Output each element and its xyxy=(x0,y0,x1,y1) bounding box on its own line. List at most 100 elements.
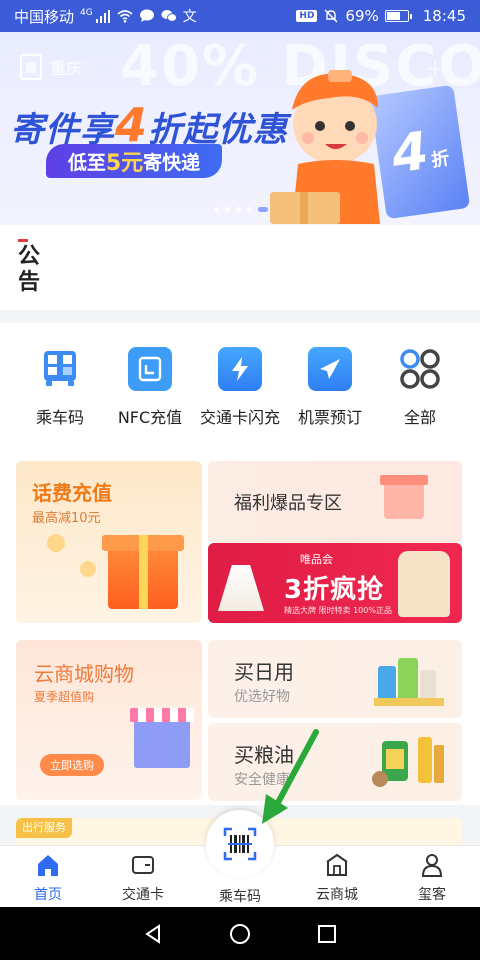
notice-label-line1: 公 xyxy=(18,244,41,269)
card-subtitle: 夏季超值购 xyxy=(34,690,95,704)
skirt-illustration xyxy=(218,565,264,611)
battery-percent: 69% xyxy=(345,7,379,25)
carousel-dot xyxy=(258,207,268,212)
quick-item-flights[interactable]: 机票预订 xyxy=(284,347,376,428)
promo-cards: 话费充值 最高减10元 福利爆品专区 唯品会 3折疯抢 精选大牌 限时特卖 10… xyxy=(0,443,480,805)
wifi-icon xyxy=(117,10,133,23)
banner-subline: 低至 5元 寄快递 xyxy=(46,144,222,178)
shop-illustration xyxy=(130,708,194,768)
tab-label: 云商城 xyxy=(316,887,358,903)
card-title: 话费充值 xyxy=(32,481,112,505)
courier-illustration xyxy=(270,70,380,224)
tab-label: 玺客 xyxy=(418,887,446,903)
card-grain-oil[interactable]: 买粮油 安全健康 xyxy=(208,723,462,801)
nfc-card-icon xyxy=(128,347,172,391)
tab-home[interactable]: 首页 xyxy=(8,852,88,904)
card-daily-goods[interactable]: 买日用 优选好物 xyxy=(208,640,462,718)
back-icon[interactable] xyxy=(142,923,164,945)
quick-item-label: NFC充值 xyxy=(117,408,183,427)
card-cloud-mall[interactable]: 云商城购物 夏季超值购 立即选购 xyxy=(16,640,202,800)
quick-item-bus-code[interactable]: 乘车码 xyxy=(14,347,106,428)
carousel-indicator xyxy=(214,207,268,212)
tab-label: 交通卡 xyxy=(122,887,164,903)
airplane-icon xyxy=(308,347,352,391)
clock: 18:45 xyxy=(422,7,466,25)
quick-item-all[interactable]: 全部 xyxy=(374,347,466,428)
card-phone-topup[interactable]: 话费充值 最高减10元 xyxy=(16,461,202,623)
mute-bell-icon xyxy=(324,9,338,23)
quick-item-label: 交通卡闪充 xyxy=(199,408,280,427)
carousel-dot xyxy=(225,207,230,212)
quick-item-label: 机票预订 xyxy=(297,408,362,427)
lightning-icon xyxy=(218,347,262,391)
card-title: 云商城购物 xyxy=(34,662,134,686)
card-title: 买日用 xyxy=(234,660,294,684)
tab-transit-card[interactable]: 交通卡 xyxy=(103,852,183,904)
network-type: 4G xyxy=(80,8,93,18)
pill-number: 5元 xyxy=(105,151,144,176)
notice-label: 公 告 xyxy=(18,239,44,296)
quick-item-label: 全部 xyxy=(403,408,436,427)
system-nav-bar xyxy=(0,907,480,960)
grid-circles-icon xyxy=(398,347,442,391)
wechat-icon xyxy=(161,10,177,22)
city-name: 重庆 xyxy=(50,59,83,78)
pill-pre: 低至 xyxy=(67,151,106,174)
notice-bar[interactable]: 公 告 xyxy=(0,225,480,310)
status-bar: 中国移动 4G 文 HD 69% 18:45 xyxy=(0,0,480,32)
quick-item-label: 乘车码 xyxy=(35,408,84,427)
carousel-dot xyxy=(247,207,252,212)
tab-label-scan: 乘车码 xyxy=(219,889,261,905)
grain-oil-products-icon xyxy=(372,737,444,787)
quick-item-flash-charge[interactable]: 交通卡闪充 xyxy=(194,347,286,428)
status-left: 中国移动 4G 文 xyxy=(14,6,197,27)
card-wallet-icon xyxy=(132,856,154,874)
bus-code-icon xyxy=(38,347,82,391)
carrier-name: 中国移动 xyxy=(14,7,75,26)
travel-services-tag: 出行服务 xyxy=(16,818,72,838)
battery-fill xyxy=(386,12,400,20)
coin-decoration-icon xyxy=(47,534,96,577)
detergent-products-icon xyxy=(374,658,444,706)
city-selector[interactable]: ▦ 重庆 xyxy=(20,54,82,80)
scan-code-button[interactable] xyxy=(206,810,274,878)
notice-label-line2: 告 xyxy=(18,270,41,295)
home-nav-icon[interactable] xyxy=(228,922,252,946)
carousel-dot xyxy=(236,207,241,212)
card-title: 福利爆品专区 xyxy=(234,493,342,514)
home-icon xyxy=(38,855,58,876)
recents-icon[interactable] xyxy=(316,923,338,945)
battery-icon xyxy=(384,10,412,22)
ime-indicator: 文 xyxy=(182,9,197,25)
coupon-unit: 折 xyxy=(429,148,451,172)
card-subtitle: 最高减10元 xyxy=(32,511,101,526)
tab-profile[interactable]: 玺客 xyxy=(392,852,472,904)
signal-icon xyxy=(95,10,110,23)
carousel-dot xyxy=(214,207,219,212)
buy-now-button[interactable]: 立即选购 xyxy=(40,754,104,776)
status-right: HD 69% 18:45 xyxy=(296,7,466,25)
quick-menu: 乘车码 NFC充值 交通卡闪充 机票预订 全部 xyxy=(0,323,480,443)
card-subtitle: 安全健康 xyxy=(234,772,290,788)
pill-post: 寄快递 xyxy=(143,151,201,174)
vip-brand: 唯品会 xyxy=(300,553,333,566)
tab-label: 首页 xyxy=(34,887,62,903)
tab-cloud-mall[interactable]: 云商城 xyxy=(297,852,377,904)
dress-illustration xyxy=(398,551,450,617)
quick-item-nfc[interactable]: NFC充值 xyxy=(104,347,196,428)
card-subtitle: 优选好物 xyxy=(234,689,290,705)
notice-accent xyxy=(18,239,28,242)
card-title: 3折疯抢 xyxy=(284,575,385,605)
card-tagline: 精选大牌 限时特卖 100%正品 xyxy=(284,606,392,615)
card-welfare-zone[interactable]: 福利爆品专区 xyxy=(208,461,462,543)
shop-icon xyxy=(326,853,348,876)
card-vip-sale[interactable]: 唯品会 3折疯抢 精选大牌 限时特卖 100%正品 xyxy=(208,543,462,623)
promo-banner[interactable]: 40% DISCOUNT ▦ 重庆 + 寄件享4折起优惠 低至5元寄快递 4折 xyxy=(0,32,480,225)
hd-badge: HD xyxy=(296,10,318,22)
city-building-icon: ▦ xyxy=(20,54,42,80)
add-icon[interactable]: + xyxy=(424,54,446,84)
card-title: 买粮油 xyxy=(234,743,294,767)
user-icon xyxy=(421,854,443,877)
bottom-tab-bar: 首页 交通卡 乘车码 云商城 玺客 xyxy=(0,810,480,907)
scan-code-icon xyxy=(223,827,257,861)
